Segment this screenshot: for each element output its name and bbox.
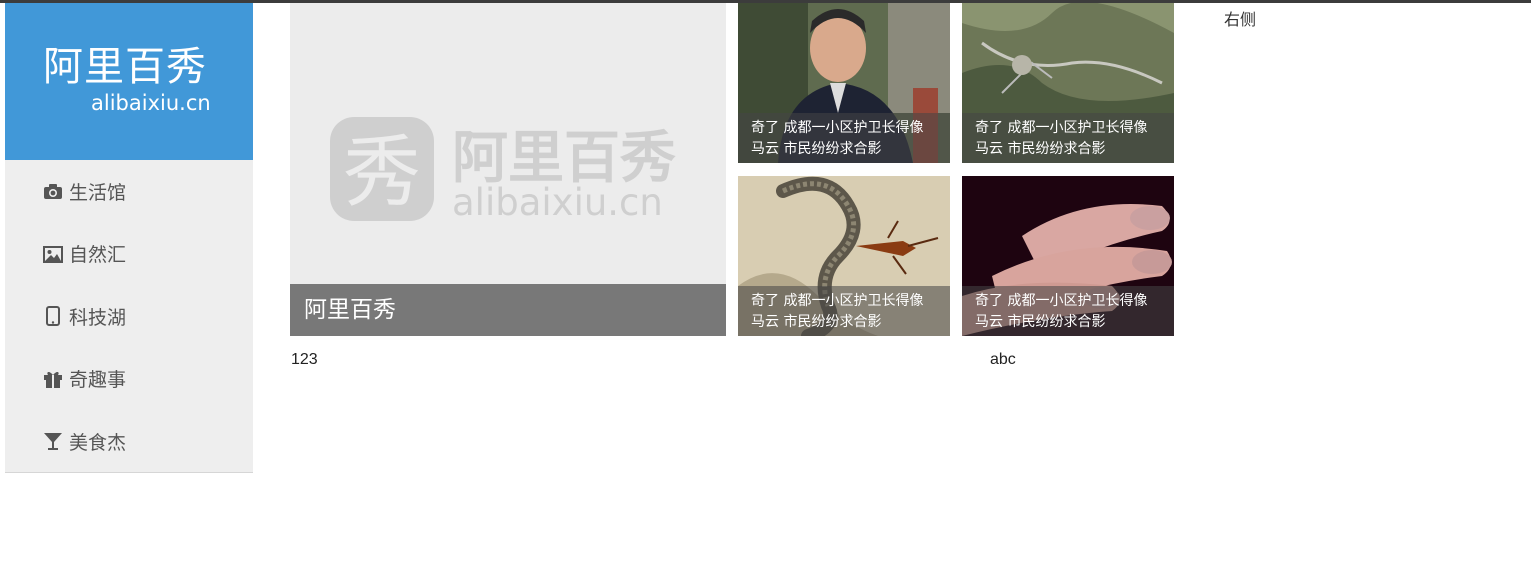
label-abc: abc	[990, 351, 1016, 368]
tile-caption-line2: 马云 市民纷纷求合影	[751, 314, 882, 330]
nav-item-food[interactable]: 美食杰	[5, 410, 253, 473]
tile-caption-line1: 奇了 成都一小区护卫长得像	[751, 120, 924, 136]
logo-domain: alibaixiu.cn	[91, 91, 211, 115]
featured-tile[interactable]: 秀 阿里百秀 alibaixiu.cn 阿里百秀	[290, 3, 726, 336]
logo-title: 阿里百秀	[43, 44, 207, 90]
picture-icon	[43, 244, 63, 264]
right-column-label: 右侧	[1224, 10, 1257, 29]
news-tile[interactable]: 奇了 成都一小区护卫长得像 马云 市民纷纷求合影	[738, 3, 950, 163]
nav-label: 科技湖	[69, 306, 127, 329]
news-tile[interactable]: 奇了 成都一小区护卫长得像 马云 市民纷纷求合影	[738, 176, 950, 336]
nav-item-life[interactable]: 生活馆	[5, 160, 253, 223]
label-123: 123	[291, 351, 318, 368]
news-tile[interactable]: 奇了 成都一小区护卫长得像 马云 市民纷纷求合影	[962, 176, 1174, 336]
sidebar: 阿里百秀 alibaixiu.cn 生活馆 自然汇 科技湖 奇趣事 美食杰	[5, 3, 253, 473]
tile-caption: 奇了 成都一小区护卫长得像 马云 市民纷纷求合影	[738, 286, 950, 336]
phone-icon	[43, 306, 63, 327]
camera-icon	[43, 181, 63, 201]
tile-caption-line1: 奇了 成都一小区护卫长得像	[751, 293, 924, 309]
tile-caption: 奇了 成都一小区护卫长得像 马云 市民纷纷求合影	[962, 286, 1174, 336]
site-logo[interactable]: 阿里百秀 alibaixiu.cn	[5, 3, 253, 160]
nav-label: 自然汇	[69, 244, 127, 267]
tile-caption-line1: 奇了 成都一小区护卫长得像	[975, 120, 1148, 136]
news-tile[interactable]: 奇了 成都一小区护卫长得像 马云 市民纷纷求合影	[962, 3, 1174, 163]
featured-caption: 阿里百秀	[290, 284, 726, 336]
tile-caption-line2: 马云 市民纷纷求合影	[975, 314, 1106, 330]
tile-caption-line2: 马云 市民纷纷求合影	[975, 141, 1106, 157]
category-nav: 生活馆 自然汇 科技湖 奇趣事 美食杰	[5, 160, 253, 473]
tile-caption-line2: 马云 市民纷纷求合影	[751, 141, 882, 157]
nav-item-tech[interactable]: 科技湖	[5, 285, 253, 348]
tile-caption: 奇了 成都一小区护卫长得像 马云 市民纷纷求合影	[962, 113, 1174, 163]
cocktail-glass-icon	[43, 431, 63, 451]
watermark-logo: 秀 阿里百秀 alibaixiu.cn	[330, 115, 690, 229]
nav-item-nature[interactable]: 自然汇	[5, 223, 253, 286]
svg-text:秀: 秀	[343, 128, 421, 218]
tile-caption-line1: 奇了 成都一小区护卫长得像	[975, 293, 1148, 309]
nav-label: 美食杰	[69, 431, 127, 454]
nav-item-fun[interactable]: 奇趣事	[5, 348, 253, 411]
nav-label: 奇趣事	[69, 369, 127, 392]
svg-text:alibaixiu.cn: alibaixiu.cn	[452, 181, 663, 224]
nav-label: 生活馆	[69, 181, 127, 204]
tile-caption: 奇了 成都一小区护卫长得像 马云 市民纷纷求合影	[738, 113, 950, 163]
gift-icon	[43, 369, 63, 389]
